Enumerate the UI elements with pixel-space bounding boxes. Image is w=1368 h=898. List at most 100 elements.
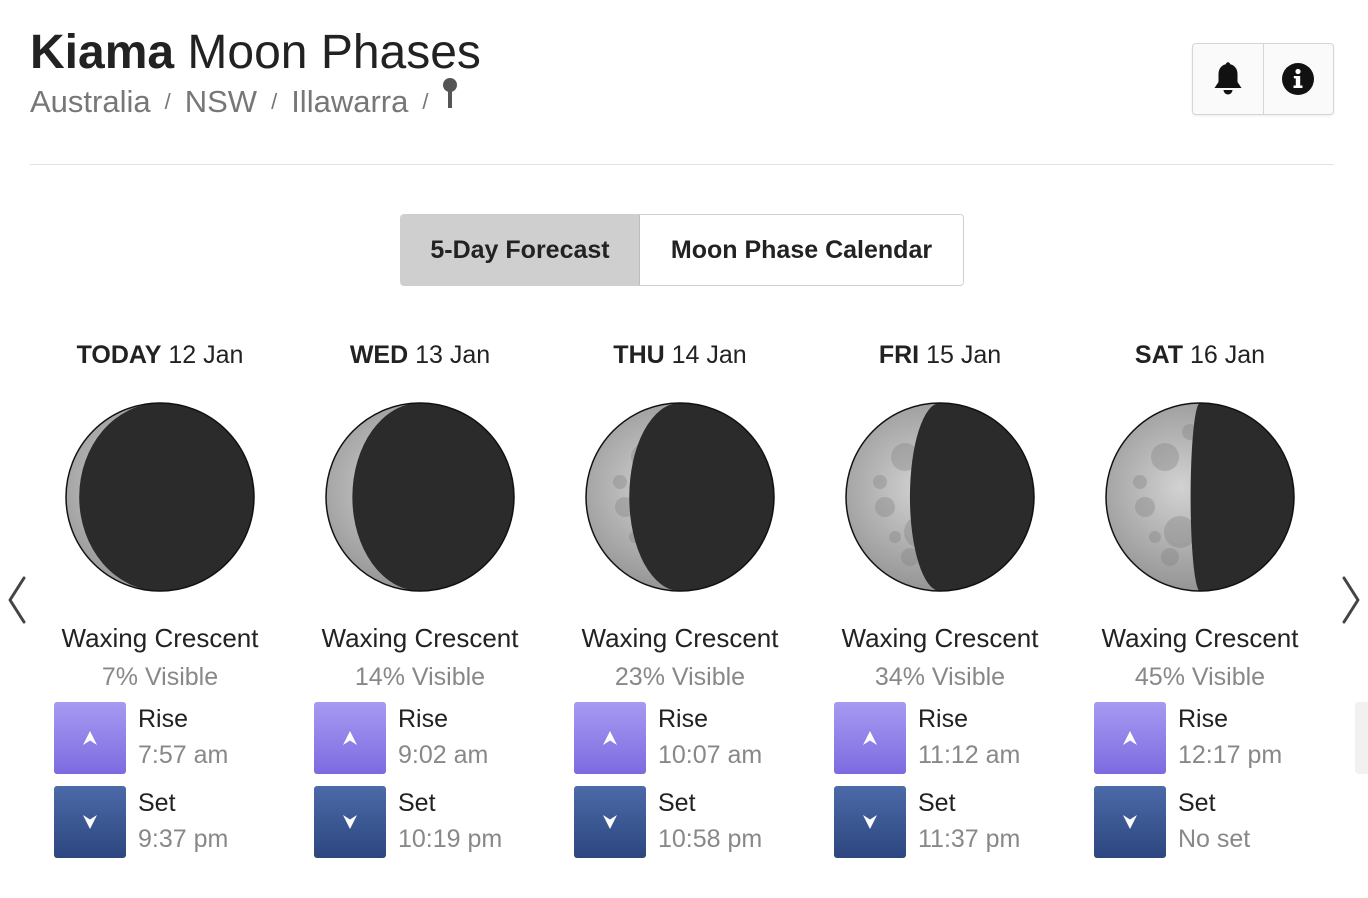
set-label: Set	[918, 789, 956, 817]
rise-time: 11:12 am	[918, 741, 1021, 769]
moonrise-info: Rise 12:17 pm	[1094, 702, 1314, 774]
visibility-percent: 23% Visible	[614, 663, 746, 691]
breadcrumb-separator: /	[271, 89, 278, 114]
rise-label: Rise	[1178, 705, 1229, 733]
arrow-up-icon	[863, 731, 877, 745]
day-date: WED 13 Jan	[290, 336, 550, 376]
info-button[interactable]	[1262, 44, 1334, 114]
moonset-badge	[1094, 786, 1166, 858]
moonrise-info: Rise 9:02 am	[314, 702, 534, 774]
arrow-up-icon	[83, 731, 97, 745]
arrow-down-icon	[83, 815, 97, 829]
set-time: 10:19 pm	[398, 825, 503, 853]
rise-label: Rise	[918, 705, 969, 733]
moon-phase-image	[585, 402, 775, 592]
moon-phase-image	[1105, 402, 1295, 592]
moonrise-badge	[574, 702, 646, 774]
title-suffix: Moon Phases	[187, 26, 481, 79]
set-label: Set	[398, 789, 436, 817]
arrow-down-icon	[603, 815, 617, 829]
moonset-info: Set 9:37 pm	[54, 786, 274, 858]
forecast-day: THU 14 Jan Waxing Crescent 23% Visible	[550, 336, 810, 692]
phase-name: Waxing Crescent	[581, 623, 779, 653]
info-icon	[1282, 63, 1315, 95]
moonrise-badge	[1094, 702, 1166, 774]
forecast-day: WED 13 Jan Waxing Crescent 14% Visible	[290, 336, 550, 692]
visibility-percent: 34% Visible	[874, 663, 1006, 691]
moonset-info: Set 10:58 pm	[574, 786, 794, 858]
arrow-up-icon	[343, 731, 357, 745]
set-time: 11:37 pm	[918, 825, 1021, 853]
moon-phase-image	[65, 402, 255, 592]
arrow-down-icon	[1123, 815, 1137, 829]
map-pin-icon[interactable]	[442, 78, 458, 110]
day-date: TODAY 12 Jan	[30, 336, 290, 376]
moonset-info: Set No set	[1094, 786, 1314, 858]
moon-phase-image	[845, 402, 1035, 592]
rise-label: Rise	[398, 705, 449, 733]
rise-time: 12:17 pm	[1178, 741, 1283, 769]
city-name: Kiama	[30, 26, 175, 79]
header-actions	[1192, 43, 1334, 115]
set-label: Set	[1178, 789, 1216, 817]
next-button[interactable]	[1336, 570, 1366, 630]
day-of-week: SAT	[1134, 341, 1184, 369]
moonrise-info: Rise 11:12 am	[834, 702, 1054, 774]
moonset-info: Set 10:19 pm	[314, 786, 534, 858]
visibility-percent: 7% Visible	[101, 663, 219, 691]
moonset-badge	[574, 786, 646, 858]
moonrise-badge	[314, 702, 386, 774]
breadcrumb-country[interactable]: Australia	[30, 84, 151, 120]
breadcrumb-state[interactable]: NSW	[185, 84, 257, 120]
page-title: Kiama Moon Phases	[30, 24, 481, 82]
moonrise-info: Rise 10:07 am	[574, 702, 794, 774]
breadcrumb: Australia / NSW / Illawarra /	[30, 78, 481, 120]
view-tabs: 5-Day Forecast Moon Phase Calendar	[400, 214, 964, 286]
moon-phase-image	[325, 402, 515, 592]
day-date: FRI 15 Jan	[810, 336, 1070, 376]
notifications-button[interactable]	[1193, 44, 1263, 114]
chevron-right-icon	[1342, 576, 1360, 624]
set-label: Set	[658, 789, 696, 817]
visibility-percent: 45% Visible	[1134, 663, 1266, 691]
rise-label: Rise	[658, 705, 709, 733]
date-label: 15 Jan	[926, 341, 1002, 369]
tab-moon-phase-calendar[interactable]: Moon Phase Calendar	[640, 215, 963, 285]
moonset-badge	[834, 786, 906, 858]
date-label: 14 Jan	[671, 341, 747, 369]
rise-time: 10:07 am	[658, 741, 763, 769]
forecast-day: SAT 16 Jan Waxing Crescent 45% Visible	[1070, 336, 1330, 692]
moonset-badge	[314, 786, 386, 858]
breadcrumb-separator: /	[164, 89, 171, 114]
day-of-week: FRI	[878, 341, 920, 369]
phase-name: Waxing Crescent	[841, 623, 1039, 653]
moonrise-info: Rise 7:57 am	[54, 702, 274, 774]
phase-name: Waxing Crescent	[61, 623, 259, 653]
header-divider	[30, 164, 1334, 165]
set-time: No set	[1178, 825, 1251, 853]
rise-time: 9:02 am	[398, 741, 489, 769]
breadcrumb-separator: /	[422, 89, 429, 114]
forecast-day: FRI 15 Jan Waxing Crescent 34% Visible	[810, 336, 1070, 692]
next-day-peek	[1355, 702, 1368, 774]
tab-5-day-forecast[interactable]: 5-Day Forecast	[401, 215, 640, 285]
previous-button[interactable]	[2, 570, 32, 630]
forecast-day: TODAY 12 Jan Waxing Crescent 7% Visible	[30, 336, 290, 692]
rise-label: Rise	[138, 705, 189, 733]
day-date: THU 14 Jan	[550, 336, 810, 376]
arrow-up-icon	[1123, 731, 1137, 745]
set-label: Set	[138, 789, 176, 817]
bell-icon	[1214, 62, 1242, 95]
chevron-left-icon	[8, 576, 26, 624]
date-label: 12 Jan	[168, 341, 244, 369]
arrow-down-icon	[343, 815, 357, 829]
phase-name: Waxing Crescent	[321, 623, 519, 653]
page-header: Kiama Moon Phases Australia / NSW / Illa…	[30, 24, 481, 120]
day-of-week: TODAY	[76, 341, 162, 369]
breadcrumb-region[interactable]: Illawarra	[291, 84, 408, 120]
moonset-badge	[54, 786, 126, 858]
day-of-week: THU	[613, 341, 665, 369]
phase-name: Waxing Crescent	[1101, 623, 1299, 653]
rise-time: 7:57 am	[138, 741, 229, 769]
day-date: SAT 16 Jan	[1070, 336, 1330, 376]
